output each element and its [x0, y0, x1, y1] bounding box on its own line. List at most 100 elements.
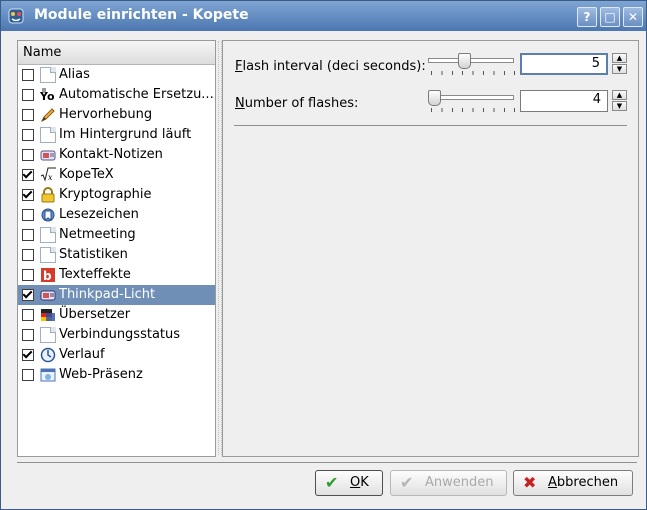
plugin-row-translator[interactable]: Übersetzer [18, 305, 215, 325]
cancel-x-icon: ✖ [523, 473, 537, 492]
svg-text:x: x [48, 173, 53, 182]
plugin-label: Web-Präsenz [59, 367, 143, 382]
window-title: Module einrichten - Kopete [34, 7, 249, 23]
help-button[interactable]: ? [577, 7, 597, 27]
document-icon [40, 247, 56, 263]
padlock-icon [41, 187, 55, 203]
plugin-label: Texteffekte [59, 267, 131, 282]
svg-text:Yo: Yo [40, 90, 55, 103]
number-of-flashes-label: Number of flashes: [235, 96, 359, 111]
plugin-label: Netmeeting [59, 227, 136, 242]
settings-separator [234, 125, 627, 126]
check-icon: ✔ [325, 473, 339, 492]
text-effects-icon: b [41, 268, 55, 283]
plugin-checkbox[interactable] [22, 349, 34, 361]
plugin-row-thinkpad-light[interactable]: Thinkpad-Licht [18, 285, 215, 305]
kopete-app-icon [8, 8, 24, 24]
plugin-checkbox[interactable] [22, 189, 34, 201]
flash-interval-spin-buttons: ▲ ▼ [612, 53, 627, 75]
plugin-checkbox[interactable] [22, 109, 34, 121]
plugin-label: Verlauf [59, 347, 105, 362]
number-of-flashes-slider-handle[interactable] [428, 90, 441, 106]
document-icon [40, 227, 56, 243]
list-header-name[interactable]: Name [18, 41, 215, 65]
plugin-label: Im Hintergrund läuft [59, 127, 192, 142]
plugin-row-kopetex[interactable]: x KopeTeX [18, 165, 215, 185]
plugin-checkbox[interactable] [22, 329, 34, 341]
plugin-row-bookmarks[interactable]: Lesezeichen [18, 205, 215, 225]
flash-interval-slider[interactable] [428, 58, 514, 63]
button-separator [17, 462, 637, 463]
cancel-button[interactable]: ✖ Abbrechen [513, 470, 633, 496]
document-icon [40, 327, 56, 343]
plugin-checkbox[interactable] [22, 209, 34, 221]
bookmarks-icon [41, 208, 55, 222]
plugin-checkbox[interactable] [22, 289, 34, 301]
plugin-label: KopeTeX [59, 167, 114, 182]
maximize-button[interactable]: □ [600, 7, 620, 27]
highlight-pencil-icon [40, 108, 55, 123]
plugin-label: Alias [59, 67, 90, 82]
flash-interval-slider-handle[interactable] [458, 53, 471, 69]
apply-button[interactable]: ✔ Anwenden [390, 470, 507, 496]
close-button[interactable]: ✕ [623, 7, 643, 27]
plugin-checkbox[interactable] [22, 269, 34, 281]
plugin-row-alias[interactable]: Alias [18, 65, 215, 85]
plugin-checkbox[interactable] [22, 89, 34, 101]
flash-interval-ticks [431, 71, 515, 75]
plugin-label: Thinkpad-Licht [59, 287, 156, 302]
plugin-checkbox[interactable] [22, 129, 34, 141]
plugin-row-history[interactable]: Verlauf [18, 345, 215, 365]
plugin-row-web-presence[interactable]: Web-Präsenz [18, 365, 215, 385]
check-icon: ✔ [400, 473, 414, 492]
plugin-row-highlight[interactable]: Hervorhebung [18, 105, 215, 125]
plugin-label: Übersetzer [59, 307, 131, 322]
document-icon [40, 67, 56, 83]
plugin-checkbox[interactable] [22, 229, 34, 241]
plugin-settings-panel: Flash interval (deci seconds): 5 ▲ ▼ Num… [222, 40, 639, 457]
autoreplace-icon: Yo [40, 88, 55, 103]
plugin-row-statistics[interactable]: Statistiken [18, 245, 215, 265]
ok-button[interactable]: ✔ OK [315, 470, 383, 496]
plugin-label: Verbindungsstatus [59, 327, 181, 342]
web-presence-icon [40, 368, 56, 382]
svg-text:b: b [43, 269, 52, 283]
number-of-flashes-spinbox[interactable]: 4 [520, 90, 608, 112]
history-clock-icon [40, 347, 56, 363]
plugin-row-contact-notes[interactable]: Kontakt-Notizen [18, 145, 215, 165]
plugin-row-text-effects[interactable]: b Texteffekte [18, 265, 215, 285]
plugin-row-connection-status[interactable]: Verbindungsstatus [18, 325, 215, 345]
plugin-list[interactable]: Name Alias Yo Automatische Ersetzu... He… [17, 40, 216, 457]
flash-interval-spinbox[interactable]: 5 [520, 53, 608, 75]
plugin-checkbox[interactable] [22, 369, 34, 381]
plugin-label: Hervorhebung [59, 107, 153, 122]
flash-interval-label: Flash interval (deci seconds): [235, 59, 426, 74]
plugin-label: Kontakt-Notizen [59, 147, 163, 162]
number-of-flashes-spin-buttons: ▲ ▼ [612, 90, 627, 112]
plugin-label: Automatische Ersetzu... [59, 87, 214, 102]
plugin-row-autoreplace[interactable]: Yo Automatische Ersetzu... [18, 85, 215, 105]
plugin-row-crypto[interactable]: Kryptographie [18, 185, 215, 205]
plugin-row-netmeeting[interactable]: Netmeeting [18, 225, 215, 245]
plugin-checkbox[interactable] [22, 69, 34, 81]
plugin-checkbox[interactable] [22, 249, 34, 261]
thinkpad-light-icon [40, 290, 56, 301]
plugin-checkbox[interactable] [22, 169, 34, 181]
plugin-row-background[interactable]: Im Hintergrund läuft [18, 125, 215, 145]
spin-up-arrow-icon[interactable]: ▲ [612, 53, 627, 63]
contact-notes-icon [40, 150, 56, 161]
translator-icon [41, 309, 55, 321]
plugin-label: Statistiken [59, 247, 128, 262]
title-bar[interactable]: Module einrichten - Kopete ? □ ✕ [1, 1, 646, 31]
spin-up-arrow-icon[interactable]: ▲ [612, 90, 627, 100]
number-of-flashes-ticks [431, 108, 515, 112]
plugin-label: Lesezeichen [59, 207, 139, 222]
plugin-checkbox[interactable] [22, 149, 34, 161]
plugin-label: Kryptographie [59, 187, 152, 202]
plugin-checkbox[interactable] [22, 309, 34, 321]
spin-down-arrow-icon[interactable]: ▼ [612, 64, 627, 74]
latex-sqrt-icon: x [40, 167, 56, 182]
document-icon [40, 127, 56, 143]
spin-down-arrow-icon[interactable]: ▼ [612, 101, 627, 111]
settings-dialog: Module einrichten - Kopete ? □ ✕ Name Al… [0, 0, 647, 510]
